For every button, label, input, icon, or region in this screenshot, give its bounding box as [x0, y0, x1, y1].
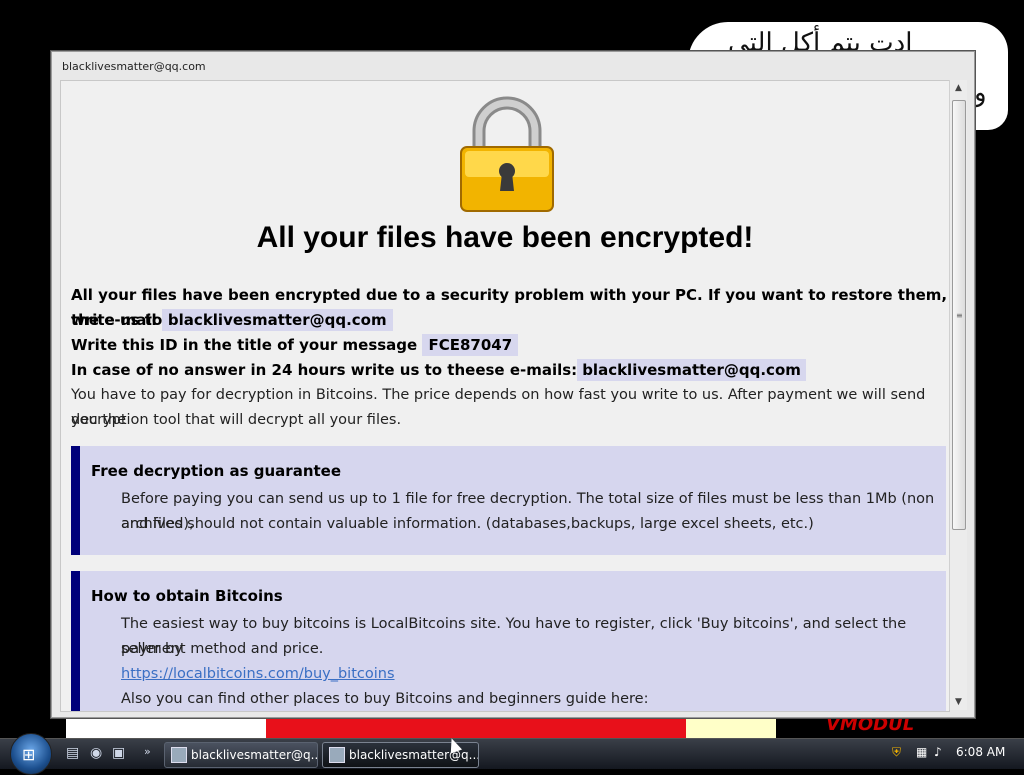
email-prefix: the e-mail: [71, 311, 157, 329]
page-title: All your files have been encrypted!: [256, 221, 754, 254]
localbitcoins-link[interactable]: https://localbitcoins.com/buy_bitcoins: [121, 666, 395, 682]
scroll-up-icon[interactable]: ▲: [950, 80, 967, 96]
backup-email-line: In case of no answer in 24 hours write u…: [71, 358, 806, 383]
taskbar-item-1[interactable]: blacklivesmatter@q...: [164, 742, 318, 768]
id-line: Write this ID in the title of your messa…: [71, 333, 519, 358]
app-icon: [171, 747, 187, 763]
network-icon[interactable]: ▦: [916, 745, 927, 759]
guarantee-title: Free decryption as guarantee: [91, 462, 342, 480]
contact-email[interactable]: blacklivesmatter@qq.com: [161, 309, 393, 331]
system-tray: ⛨ ▦ ♪ 6:08 AM: [886, 741, 1024, 767]
bitcoin-box: How to obtain Bitcoins The easiest way t…: [71, 571, 946, 711]
lock-icon: [460, 96, 554, 212]
bitcoin-text-2: payment method and price.: [121, 641, 324, 657]
bitcoin-text-3: Also you can find other places to buy Bi…: [121, 691, 649, 707]
start-button[interactable]: ⊞: [10, 733, 52, 775]
guarantee-box: Free decryption as guarantee Before payi…: [71, 446, 946, 555]
bitcoin-title: How to obtain Bitcoins: [91, 587, 283, 605]
backup-email-prefix: In case of no answer in 24 hours write u…: [71, 361, 578, 379]
background-strip-yellow: [686, 716, 776, 738]
ransom-note-window[interactable]: blacklivesmatter@qq.com All your files h…: [51, 51, 975, 718]
security-shield-icon[interactable]: ⛨: [892, 745, 901, 760]
switch-windows-icon[interactable]: ▣: [112, 745, 125, 761]
vertical-scrollbar[interactable]: ▲ ≡ ▼: [949, 80, 967, 710]
background-strip-red: [266, 716, 686, 738]
windows-logo-icon: ⊞: [22, 745, 36, 764]
victim-id[interactable]: FCE87047: [422, 334, 519, 356]
taskbar-item-1-label: blacklivesmatter@q...: [191, 748, 318, 762]
app-icon: [329, 747, 345, 763]
note-content: All your files have been encrypted! All …: [60, 80, 950, 712]
backup-email[interactable]: blacklivesmatter@qq.com: [577, 359, 806, 381]
background-partial-text: و: [974, 78, 987, 108]
window-title: blacklivesmatter@qq.com: [62, 60, 206, 73]
internet-explorer-icon[interactable]: ◉: [90, 745, 102, 761]
intro-line-2: the e-mail blacklivesmatter@qq.com: [71, 308, 393, 333]
volume-icon[interactable]: ♪: [934, 745, 942, 759]
quick-launch-more-icon[interactable]: »: [144, 745, 151, 758]
background-strip-left: [66, 716, 266, 738]
guarantee-text-2: and files should not contain valuable in…: [121, 516, 814, 532]
clock[interactable]: 6:08 AM: [956, 745, 1005, 759]
show-desktop-icon[interactable]: ▤: [66, 745, 79, 761]
taskbar: ⊞ ▤ ◉ ▣ » blacklivesmatter@q... blackliv…: [0, 733, 1024, 775]
bitcoin-link-row: https://localbitcoins.com/buy_bitcoins: [121, 662, 937, 687]
id-prefix: Write this ID in the title of your messa…: [71, 336, 418, 354]
scroll-down-icon[interactable]: ▼: [950, 694, 967, 710]
grip-icon: ≡: [956, 311, 963, 320]
scroll-thumb[interactable]: ≡: [952, 100, 966, 530]
payment-line-2: decryption tool that will decrypt all yo…: [71, 412, 402, 428]
desktop: ادت يتم أكل التي و VMODUL blacklivesmatt…: [0, 0, 1024, 775]
